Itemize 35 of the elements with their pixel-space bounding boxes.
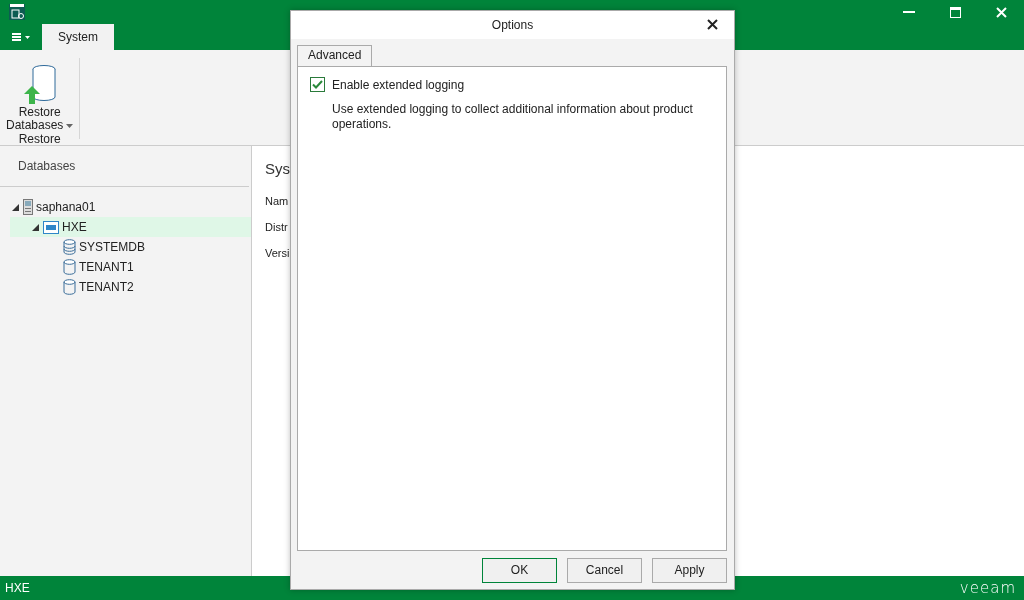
- option-description: Use extended logging to collect additional information about product operations.: [332, 102, 694, 132]
- dialog-button[interactable]: OK: [482, 557, 557, 583]
- expander-icon[interactable]: [31, 223, 39, 231]
- instance-icon: [43, 220, 59, 234]
- caret-icon: [25, 35, 30, 39]
- field-label: Distr: [265, 220, 288, 235]
- close-icon[interactable]: [707, 19, 718, 30]
- brand-logo: veeam: [959, 579, 1016, 597]
- group-label: Restore: [18, 132, 61, 146]
- database-icon: [63, 259, 76, 275]
- dialog-button[interactable]: Apply: [652, 557, 727, 583]
- ribbon-tab[interactable]: System: [42, 24, 114, 50]
- field-label: Versi: [265, 246, 290, 261]
- server-icon: [23, 199, 33, 215]
- tree-item[interactable]: TENANT1: [10, 257, 251, 277]
- database-icon: [63, 239, 76, 255]
- pane-title: Databases: [0, 146, 249, 187]
- checkbox[interactable]: [310, 77, 325, 92]
- restore-databases-button[interactable]: Restore Databases: [6, 64, 74, 132]
- dialog-tab[interactable]: Advanced: [297, 45, 373, 66]
- field-label: Nam: [265, 194, 289, 209]
- tree-item[interactable]: saphana01: [10, 197, 251, 217]
- hamburger-menu-icon: [12, 33, 21, 41]
- dialog-title: Options: [491, 18, 534, 32]
- tree-item[interactable]: SYSTEMDB: [10, 237, 251, 257]
- database-icon: [63, 279, 76, 295]
- checkbox-label: Enable extended logging: [332, 77, 465, 92]
- expander-icon[interactable]: [11, 203, 19, 211]
- dialog-button[interactable]: Cancel: [567, 557, 642, 583]
- tree-item[interactable]: TENANT2: [10, 277, 251, 297]
- app-logo-icon: [8, 3, 26, 21]
- database-restore-icon: [22, 64, 57, 106]
- section-title: Sys: [265, 160, 290, 179]
- status-text: HXE: [5, 581, 30, 595]
- tree-item[interactable]: HXE: [10, 217, 251, 237]
